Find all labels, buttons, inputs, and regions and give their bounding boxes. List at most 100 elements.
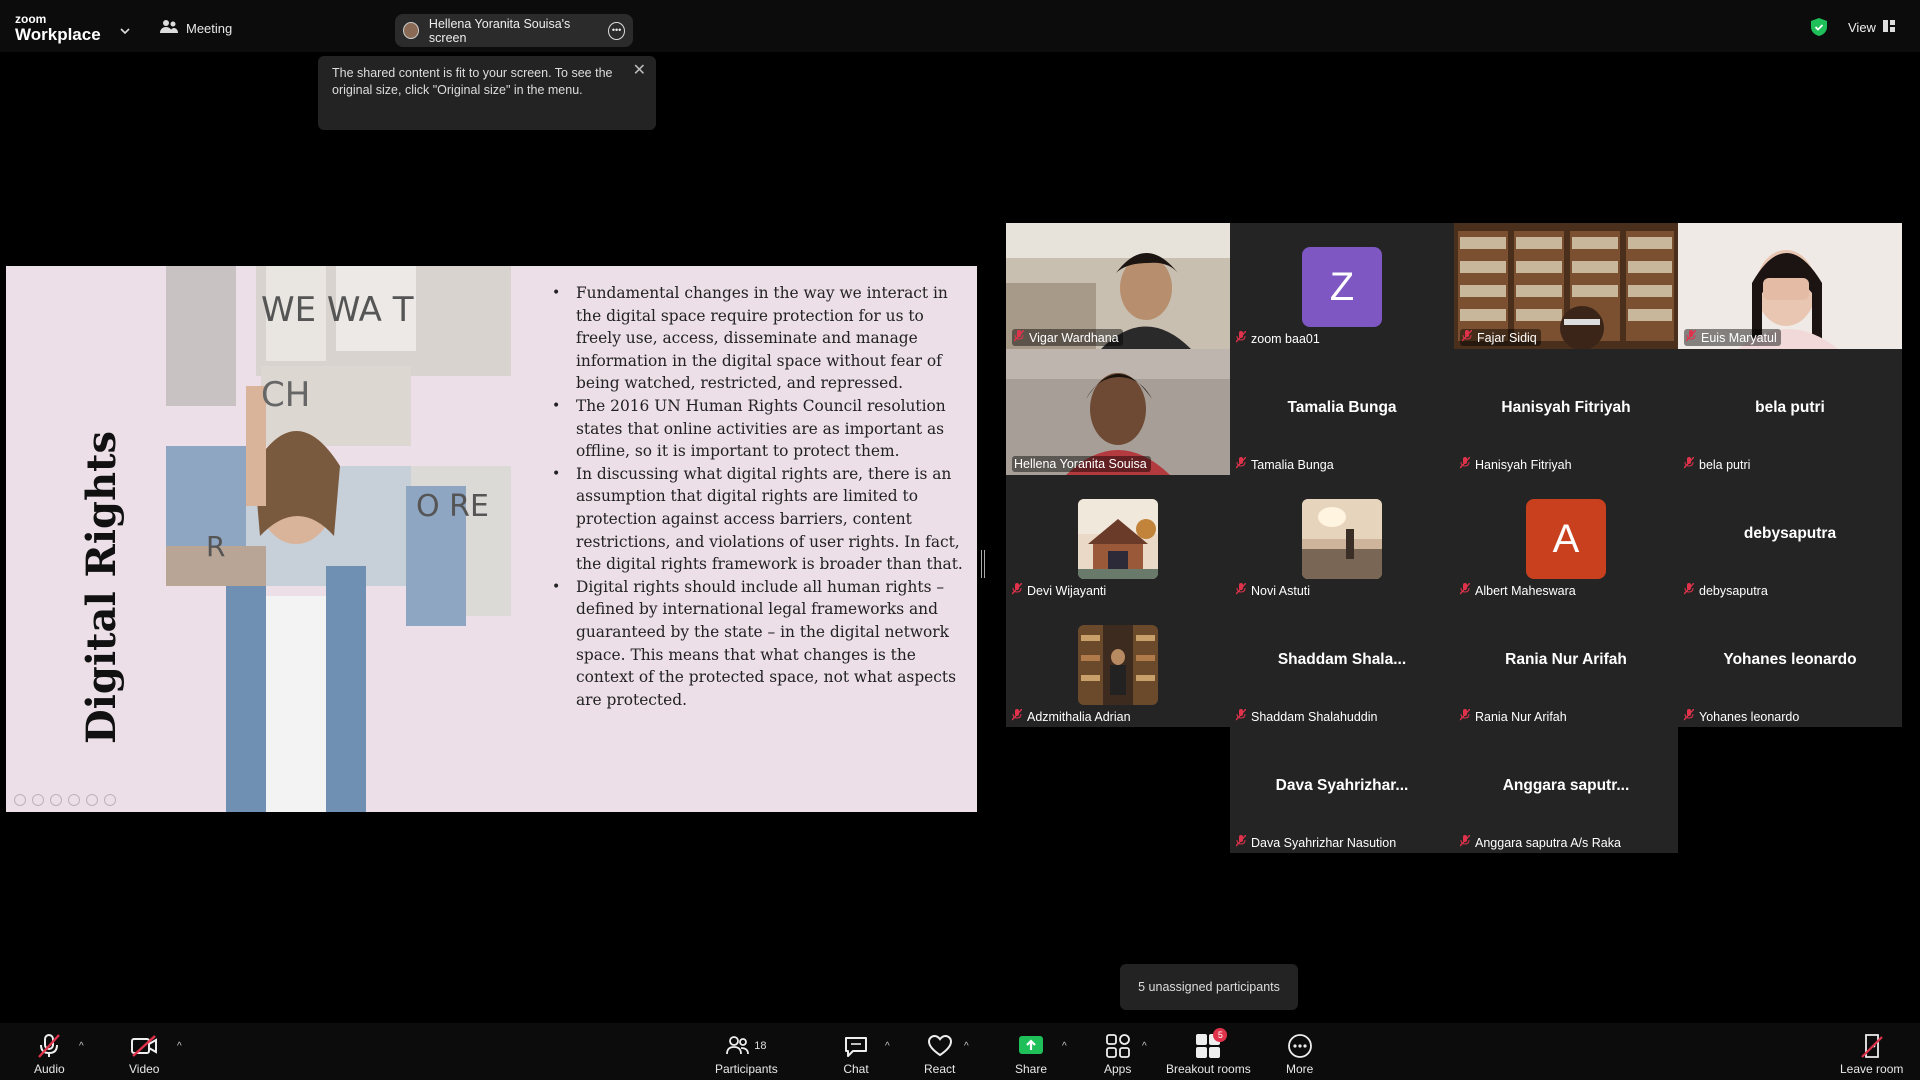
apps-options-caret-icon[interactable]: ^ (1142, 1041, 1147, 1052)
slide-control-icon[interactable] (86, 794, 98, 806)
muted-mic-icon (1011, 708, 1023, 724)
zoom-workplace-logo[interactable]: zoom Workplace (15, 13, 101, 43)
participant-tile[interactable]: debysaputra debysaputra (1678, 475, 1902, 601)
split-view-drag-handle[interactable] (981, 550, 985, 578)
participant-name-tag: Yohanes leonardo (1683, 708, 1799, 724)
slide-title: Digital Rights (78, 430, 125, 744)
slide-controls (14, 794, 116, 806)
participant-gallery: Vigar Wardhana Z zoom baa01 Fajar Sidiq … (1006, 223, 1902, 853)
muted-mic-icon (1459, 456, 1471, 472)
meeting-info-button[interactable]: Meeting (160, 19, 232, 38)
participants-button[interactable]: 18 Participants (715, 1032, 778, 1076)
video-options-caret-icon[interactable]: ^ (177, 1041, 182, 1052)
participant-name: Devi Wijayanti (1027, 583, 1107, 598)
react-options-caret-icon[interactable]: ^ (964, 1041, 969, 1052)
apps-button[interactable]: Apps (1104, 1032, 1131, 1076)
participant-tile[interactable]: Novi Astuti (1230, 475, 1454, 601)
svg-text:O RE: O RE (416, 489, 489, 524)
more-button[interactable]: More (1286, 1032, 1313, 1076)
security-shield-icon[interactable] (1811, 18, 1827, 41)
participant-name: zoom baa01 (1251, 331, 1320, 346)
share-options-caret-icon[interactable]: ^ (1062, 1041, 1067, 1052)
shared-screen-pill[interactable]: Hellena Yoranita Souisa's screen ••• (395, 14, 633, 47)
participant-display-name: Dava Syahrizhar... (1275, 777, 1409, 794)
participant-tile[interactable]: Adzmithalia Adrian (1006, 601, 1230, 727)
slide-control-icon[interactable] (32, 794, 44, 806)
participant-name: Hellena Yoranita Souisa (1014, 457, 1147, 471)
share-button[interactable]: Share (1015, 1032, 1047, 1076)
participant-tile[interactable]: Euis Maryatul (1678, 223, 1902, 349)
participant-tile[interactable]: Hanisyah Fitriyah Hanisyah Fitriyah (1454, 349, 1678, 475)
participant-display-name: Anggara saputr... (1502, 777, 1630, 794)
participant-name-tag: Adzmithalia Adrian (1011, 708, 1131, 724)
participant-tile[interactable]: Vigar Wardhana (1006, 223, 1230, 349)
participant-tile[interactable]: Yohanes leonardo Yohanes leonardo (1678, 601, 1902, 727)
video-label: Video (129, 1062, 160, 1076)
more-options-icon[interactable]: ••• (608, 21, 625, 40)
participant-tile[interactable]: Dava Syahrizhar... Dava Syahrizhar Nasut… (1230, 727, 1454, 853)
participants-count: 18 (754, 1040, 767, 1052)
chat-icon (843, 1032, 869, 1060)
shared-screen-label: Hellena Yoranita Souisa's screen (428, 16, 571, 45)
chat-options-caret-icon[interactable]: ^ (885, 1041, 890, 1052)
participant-tile[interactable]: Rania Nur Arifah Rania Nur Arifah (1454, 601, 1678, 727)
protest-photo: WE WA T CH O RE R (166, 266, 511, 812)
people-icon (160, 19, 178, 38)
participant-tile[interactable]: Anggara saputr... Anggara saputra A/s Ra… (1454, 727, 1678, 853)
slide-bullet: Fundamental changes in the way we intera… (546, 282, 966, 395)
participant-name: Vigar Wardhana (1029, 330, 1119, 345)
participant-tile[interactable]: A Albert Maheswara (1454, 475, 1678, 601)
slide-control-icon[interactable] (104, 794, 116, 806)
audio-options-caret-icon[interactable]: ^ (79, 1041, 84, 1052)
participant-tile[interactable]: Fajar Sidiq (1454, 223, 1678, 349)
participant-tile-active-speaker[interactable]: Hellena Yoranita Souisa (1006, 349, 1230, 475)
participant-profile-photo (1302, 499, 1382, 579)
participant-name-tag: zoom baa01 (1235, 330, 1320, 346)
apps-icon (1105, 1032, 1131, 1060)
participant-tile[interactable]: Tamalia Bunga Tamalia Bunga (1230, 349, 1454, 475)
participant-name-tag: bela putri (1683, 456, 1750, 472)
slide-control-icon[interactable] (14, 794, 26, 806)
participant-tile[interactable]: Devi Wijayanti (1006, 475, 1230, 601)
muted-mic-icon (1685, 329, 1697, 345)
grid-view-icon (1882, 20, 1895, 35)
share-label: Share (1015, 1062, 1048, 1076)
participant-name: Hanisyah Fitriyah (1475, 457, 1572, 472)
participant-name: Adzmithalia Adrian (1027, 709, 1131, 724)
participant-name: Tamalia Bunga (1251, 457, 1334, 472)
participant-display-name: Shaddam Shala... (1277, 651, 1407, 668)
slide-control-icon[interactable] (68, 794, 80, 806)
breakout-rooms-button[interactable]: 5 Breakout rooms (1166, 1028, 1251, 1076)
view-button[interactable]: View (1848, 20, 1895, 35)
participant-tile[interactable]: Shaddam Shala... Shaddam Shalahuddin (1230, 601, 1454, 727)
close-icon[interactable]: ✕ (633, 62, 646, 79)
participant-name: Dava Syahrizhar Nasution (1251, 835, 1397, 850)
shared-screen-slide[interactable]: Digital Rights WE WA T CH O RE R Fundame… (6, 266, 977, 812)
chevron-down-icon[interactable] (120, 22, 130, 40)
participant-name-tag: Euis Maryatul (1684, 329, 1781, 346)
slide-bullet: In discussing what digital rights are, t… (546, 463, 966, 576)
participant-name: Novi Astuti (1251, 583, 1311, 598)
breakout-rooms-label: Breakout rooms (1166, 1062, 1251, 1076)
chat-button[interactable]: Chat (843, 1032, 869, 1076)
muted-mic-icon (1235, 330, 1247, 346)
leave-room-button[interactable]: Leave room (1840, 1032, 1903, 1076)
participant-name: Euis Maryatul (1701, 330, 1777, 345)
slide-control-icon[interactable] (50, 794, 62, 806)
react-label: React (924, 1062, 956, 1076)
participant-avatar-initial: A (1526, 499, 1606, 579)
participant-display-name: Tamalia Bunga (1287, 399, 1397, 416)
audio-button[interactable]: Audio (34, 1032, 65, 1076)
participants-label: Participants (715, 1062, 778, 1076)
video-off-icon (130, 1032, 158, 1060)
participant-tile[interactable]: Z zoom baa01 (1230, 223, 1454, 349)
heart-icon (927, 1032, 953, 1060)
video-button[interactable]: Video (129, 1032, 159, 1076)
participant-name: Albert Maheswara (1475, 583, 1576, 598)
react-button[interactable]: React (924, 1032, 955, 1076)
muted-mic-icon (1235, 582, 1247, 598)
muted-mic-icon (1459, 834, 1471, 850)
participant-name: debysaputra (1699, 583, 1768, 598)
participant-name-tag: debysaputra (1683, 582, 1768, 598)
participant-tile[interactable]: bela putri bela putri (1678, 349, 1902, 475)
